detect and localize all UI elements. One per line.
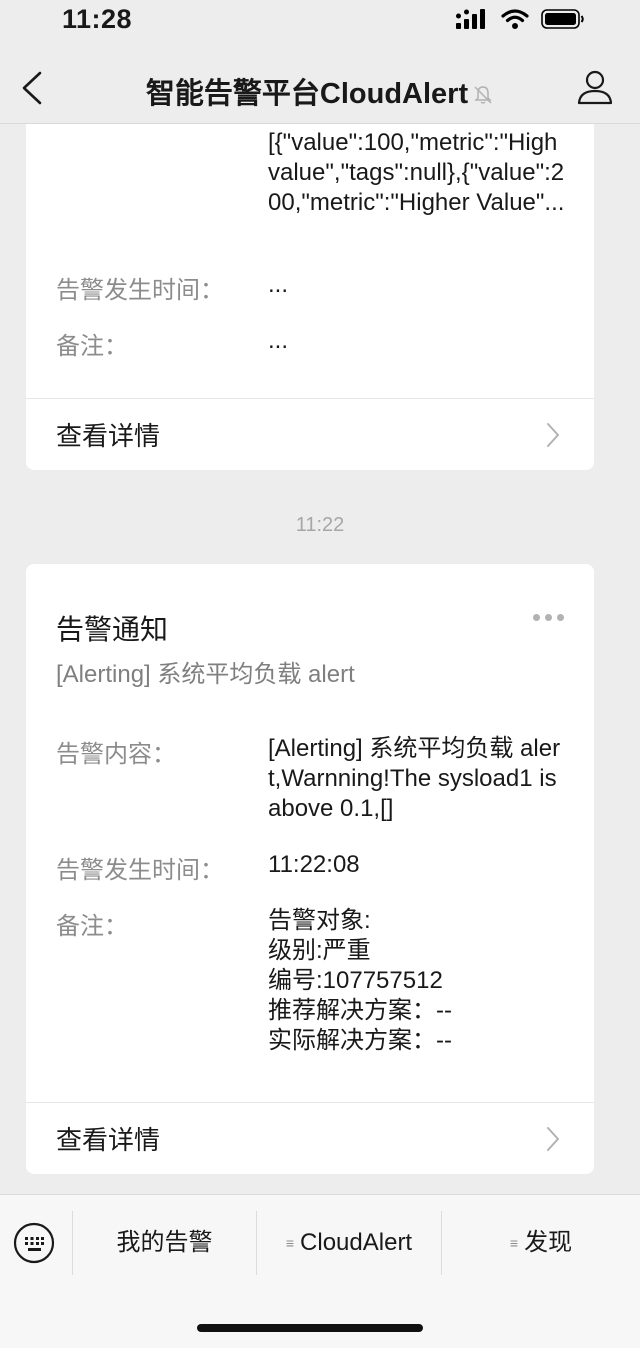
alert-time-value: ... [268, 271, 289, 298]
card-divider [26, 1102, 594, 1103]
remark-line: 编号:107757512 [268, 967, 443, 994]
remark-value: 告警对象: 级别:严重 编号:107757512 推荐解决方案：-- 实际解决方… [268, 906, 568, 1056]
view-details-link[interactable]: 查看详情 [26, 1104, 594, 1174]
signal-icon [456, 9, 485, 29]
view-details-label: 查看详情 [56, 421, 161, 451]
submenu-icon: ≡ [509, 1235, 519, 1251]
status-time: 11:28 [62, 4, 133, 34]
status-bar: 11:28 [0, 0, 640, 40]
view-details-link[interactable]: 查看详情 [26, 400, 594, 470]
page-title-text: 智能告警平台CloudAlert [145, 78, 469, 110]
alert-time-value: 11:22:08 [268, 851, 360, 878]
alert-card[interactable]: 告警通知 [Alerting] 系统平均负载 alert 告警内容： [Aler… [26, 564, 594, 1174]
menu-item-cloudalert[interactable]: ≡ CloudAlert [257, 1211, 441, 1275]
alert-time-label: 告警发生时间： [56, 857, 224, 884]
alert-time-label: 告警发生时间： [56, 277, 224, 304]
home-indicator[interactable] [197, 1324, 423, 1332]
remark-line: 级别:严重 [268, 937, 371, 964]
status-icons [455, 8, 585, 30]
card-title: 告警通知 [56, 614, 169, 645]
menu-item-label: CloudAlert [300, 1229, 413, 1256]
alert-content-value: [Alerting] 系统平均负载 alert,Warnning!The sys… [268, 735, 561, 822]
remark-label: 备注： [56, 333, 128, 360]
home-bar-area [0, 1290, 640, 1348]
page-title: 智能告警平台CloudAlert [0, 70, 640, 112]
message-list[interactable]: [{"value":100,"metric":"High value","tag… [0, 124, 640, 1194]
remark-line: 告警对象: [268, 907, 371, 934]
nav-bar: 智能告警平台CloudAlert [0, 40, 640, 124]
message-timestamp: 11:22 [295, 514, 345, 536]
submenu-icon: ≡ [285, 1235, 295, 1251]
card-subtitle: [Alerting] 系统平均负载 alert [56, 661, 355, 688]
menu-item-my-alerts[interactable]: 我的告警 [73, 1211, 256, 1275]
ellipsis-icon[interactable] [533, 614, 564, 621]
card-divider [26, 398, 594, 399]
menu-item-label: 发现 [524, 1229, 573, 1256]
battery-icon [541, 9, 584, 29]
wifi-icon [501, 9, 529, 29]
person-icon[interactable] [576, 68, 614, 106]
bottom-menu: 我的告警 ≡ CloudAlert ≡ 发现 [0, 1194, 640, 1290]
bell-slash-icon [474, 86, 492, 105]
alert-content-value: [{"value":100,"metric":"High value","tag… [268, 129, 565, 216]
view-details-label: 查看详情 [56, 1125, 161, 1155]
chevron-right-icon [547, 1127, 559, 1151]
alert-content-label: 告警内容： [56, 741, 176, 768]
menu-item-discover[interactable]: ≡ 发现 [442, 1211, 640, 1275]
remark-label: 备注： [56, 913, 128, 940]
menu-item-label: 我的告警 [116, 1229, 213, 1256]
keyboard-icon[interactable] [12, 1221, 56, 1265]
chevron-right-icon [547, 423, 559, 447]
remark-line: 推荐解决方案：-- [268, 997, 452, 1024]
remark-value: ... [268, 327, 289, 354]
app-window: 11:28 智能告警平台CloudAlert [{"value":100,"me… [0, 0, 640, 1348]
alert-card-previous: [{"value":100,"metric":"High value","tag… [26, 124, 594, 470]
remark-line: 实际解决方案：-- [268, 1027, 452, 1054]
